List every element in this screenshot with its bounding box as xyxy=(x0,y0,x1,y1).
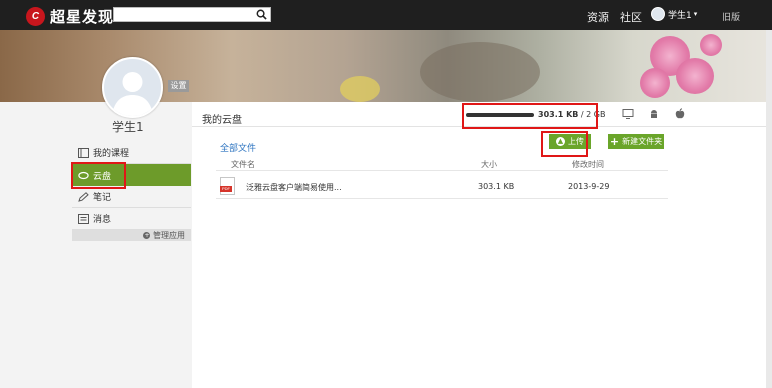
nav-resources[interactable]: 资源 xyxy=(587,9,609,25)
file-row[interactable]: PDF 泛雅云盘客户端简易使用... 303.1 KB 2013-9-29 xyxy=(216,172,668,199)
breadcrumb-all-files[interactable]: 全部文件 xyxy=(220,141,256,154)
plus-circle-icon: + xyxy=(143,232,151,239)
left-sidebar: 我的课程 云盘 笔记 消息 + 管理应用 xyxy=(0,102,192,388)
settings-button[interactable]: 设置 xyxy=(168,80,189,92)
new-folder-button[interactable]: + 新建文件夹 xyxy=(608,134,664,149)
user-silhouette-icon xyxy=(112,72,153,116)
highlight-box-quota xyxy=(462,103,598,129)
search-input[interactable] xyxy=(113,7,271,22)
banner-yellow-flower xyxy=(340,76,380,102)
file-size: 303.1 KB xyxy=(478,182,515,191)
column-header-name[interactable]: 文件名 xyxy=(231,159,255,170)
chaoxing-logo-mark: C xyxy=(26,6,45,26)
android-icon[interactable] xyxy=(648,108,660,120)
sidebar-item-label: 消息 xyxy=(93,215,112,225)
cloud-disk-panel: 我的云盘 303.1 KB / 2 GB 全部文件 ▲ 上传 + 新建文件夹 文… xyxy=(192,102,772,388)
sidebar-item-label: 笔记 xyxy=(93,193,112,203)
search-icon[interactable] xyxy=(256,9,267,20)
profile-name: 学生1 xyxy=(112,120,144,134)
banner-flower xyxy=(676,58,714,94)
divider xyxy=(216,170,668,171)
profile-avatar[interactable] xyxy=(102,57,163,118)
column-header-modified[interactable]: 修改时间 xyxy=(572,159,604,170)
old-version-link[interactable]: 旧版 xyxy=(722,10,740,23)
plus-icon: + xyxy=(609,135,620,148)
manage-apps-label: 管理应用 xyxy=(153,231,185,240)
sidebar-item-notes[interactable]: 笔记 xyxy=(72,186,191,208)
avatar xyxy=(651,7,665,21)
user-name: 学生1 xyxy=(668,10,692,21)
logo[interactable]: C 超星发现 xyxy=(26,6,114,26)
apple-icon[interactable] xyxy=(674,108,686,120)
nav-community[interactable]: 社区 xyxy=(620,9,642,25)
top-bar: C 超星发现 资源 社区 学生1 ▾ 旧版 xyxy=(0,0,772,30)
sidebar-item-courses[interactable]: 我的课程 xyxy=(72,142,191,164)
banner-flower xyxy=(640,68,670,98)
banner-flower xyxy=(700,34,722,56)
highlight-box-upload xyxy=(541,131,588,157)
banner-shadow xyxy=(420,42,540,102)
file-name[interactable]: 泛雅云盘客户端简易使用... xyxy=(246,182,342,193)
user-menu[interactable]: 学生1 ▾ xyxy=(651,7,697,21)
pdf-tag: PDF xyxy=(220,186,232,192)
sidebar-item-label: 我的课程 xyxy=(93,149,130,159)
manage-apps-button[interactable]: + 管理应用 xyxy=(72,230,191,241)
desktop-client-icon[interactable] xyxy=(622,108,634,120)
highlight-box-cloud xyxy=(71,162,126,189)
column-header-size[interactable]: 大小 xyxy=(481,159,497,170)
message-icon xyxy=(78,213,89,224)
scrollbar[interactable] xyxy=(766,30,772,388)
course-icon xyxy=(78,147,89,158)
pen-icon xyxy=(78,191,89,202)
chevron-down-icon: ▾ xyxy=(693,11,698,18)
page-title: 我的云盘 xyxy=(202,115,242,126)
new-folder-label: 新建文件夹 xyxy=(622,137,663,146)
sidebar-item-messages[interactable]: 消息 xyxy=(72,208,191,230)
logo-text: 超星发现 xyxy=(50,7,115,26)
pdf-file-icon: PDF xyxy=(220,177,235,195)
file-modified: 2013-9-29 xyxy=(568,182,610,191)
